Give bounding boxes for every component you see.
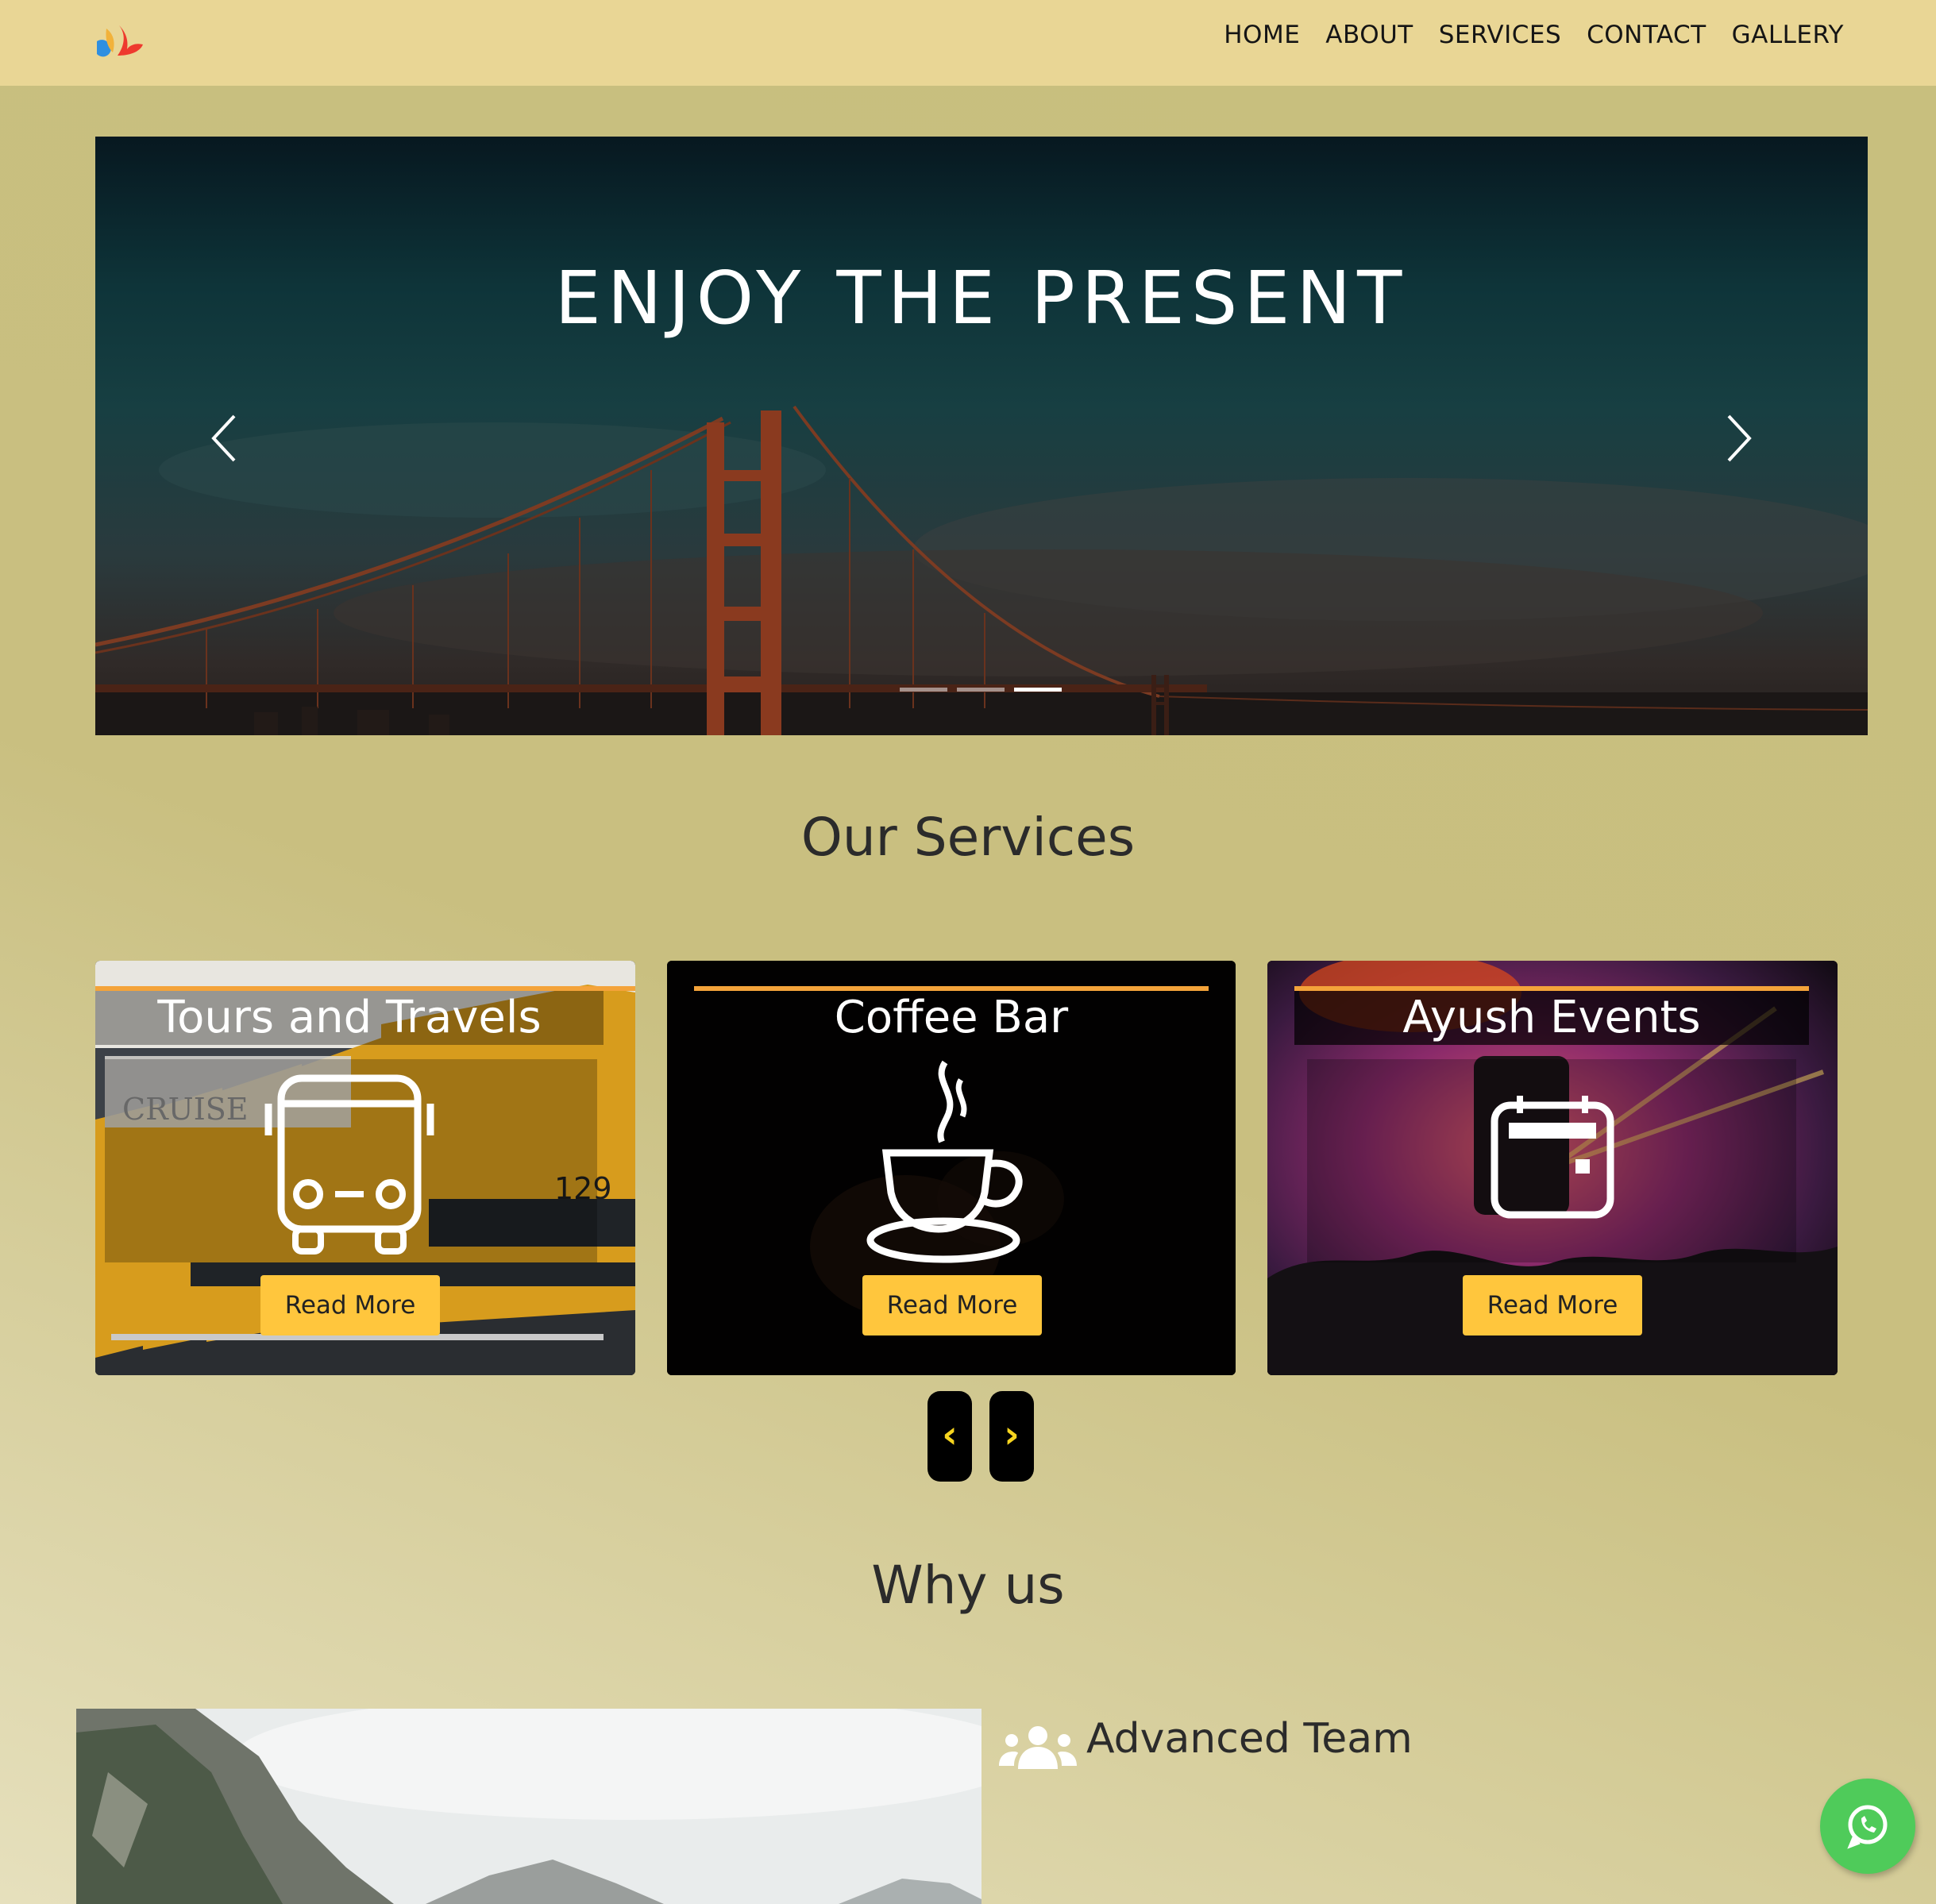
carousel-indicator-2[interactable] bbox=[957, 688, 1005, 692]
hero-carousel: ENJOY THE PRESENT bbox=[95, 137, 1868, 735]
card-title: Tours and Travels bbox=[95, 991, 604, 1045]
service-card-events: Ayush Events Read More bbox=[1267, 961, 1838, 1375]
whatsapp-icon bbox=[1847, 1805, 1888, 1849]
read-more-button[interactable]: Read More bbox=[1463, 1275, 1642, 1335]
nav-contact[interactable]: CONTACT bbox=[1574, 17, 1719, 52]
service-card-tours: CRUISE 129 Tours and Travels Read More bbox=[95, 961, 635, 1375]
hero-title: ENJOY THE PRESENT bbox=[554, 256, 1409, 341]
nav-services[interactable]: SERVICES bbox=[1426, 17, 1574, 52]
calendar-icon bbox=[1491, 1096, 1614, 1219]
mountain-image bbox=[76, 1709, 981, 1904]
hero-bridge-image bbox=[95, 405, 1868, 735]
nav-links: HOME ABOUT SERVICES CONTACT GALLERY bbox=[1211, 17, 1857, 52]
whatsapp-button[interactable] bbox=[1820, 1779, 1915, 1874]
services-prev-button[interactable]: ‹ bbox=[928, 1391, 972, 1482]
feature-title: Advanced Team bbox=[1086, 1715, 1413, 1763]
services-next-button[interactable]: › bbox=[989, 1391, 1034, 1482]
nav-home[interactable]: HOME bbox=[1211, 17, 1313, 52]
carousel-next-icon[interactable] bbox=[1713, 407, 1761, 470]
carousel-indicator-3[interactable] bbox=[1014, 688, 1062, 692]
read-more-button[interactable]: Read More bbox=[862, 1275, 1042, 1335]
navbar: HOME ABOUT SERVICES CONTACT GALLERY bbox=[0, 0, 1936, 86]
users-icon bbox=[999, 1726, 1077, 1769]
logo-icon[interactable] bbox=[94, 17, 146, 62]
card-title: Ayush Events bbox=[1294, 991, 1809, 1045]
nav-gallery[interactable]: GALLERY bbox=[1719, 17, 1857, 52]
bus-icon bbox=[264, 1074, 434, 1255]
services-heading: Our Services bbox=[800, 807, 1136, 868]
coffee-cup-icon bbox=[866, 1060, 1023, 1263]
why-heading: Why us bbox=[871, 1555, 1065, 1616]
service-card-coffee: Coffee Bar Read More bbox=[667, 961, 1236, 1375]
carousel-indicator-1[interactable] bbox=[900, 688, 947, 692]
nav-about[interactable]: ABOUT bbox=[1313, 17, 1425, 52]
card-title: Coffee Bar bbox=[834, 992, 1069, 1043]
carousel-prev-icon[interactable] bbox=[202, 407, 250, 470]
read-more-button[interactable]: Read More bbox=[260, 1275, 440, 1335]
carousel-indicators bbox=[900, 688, 1062, 692]
